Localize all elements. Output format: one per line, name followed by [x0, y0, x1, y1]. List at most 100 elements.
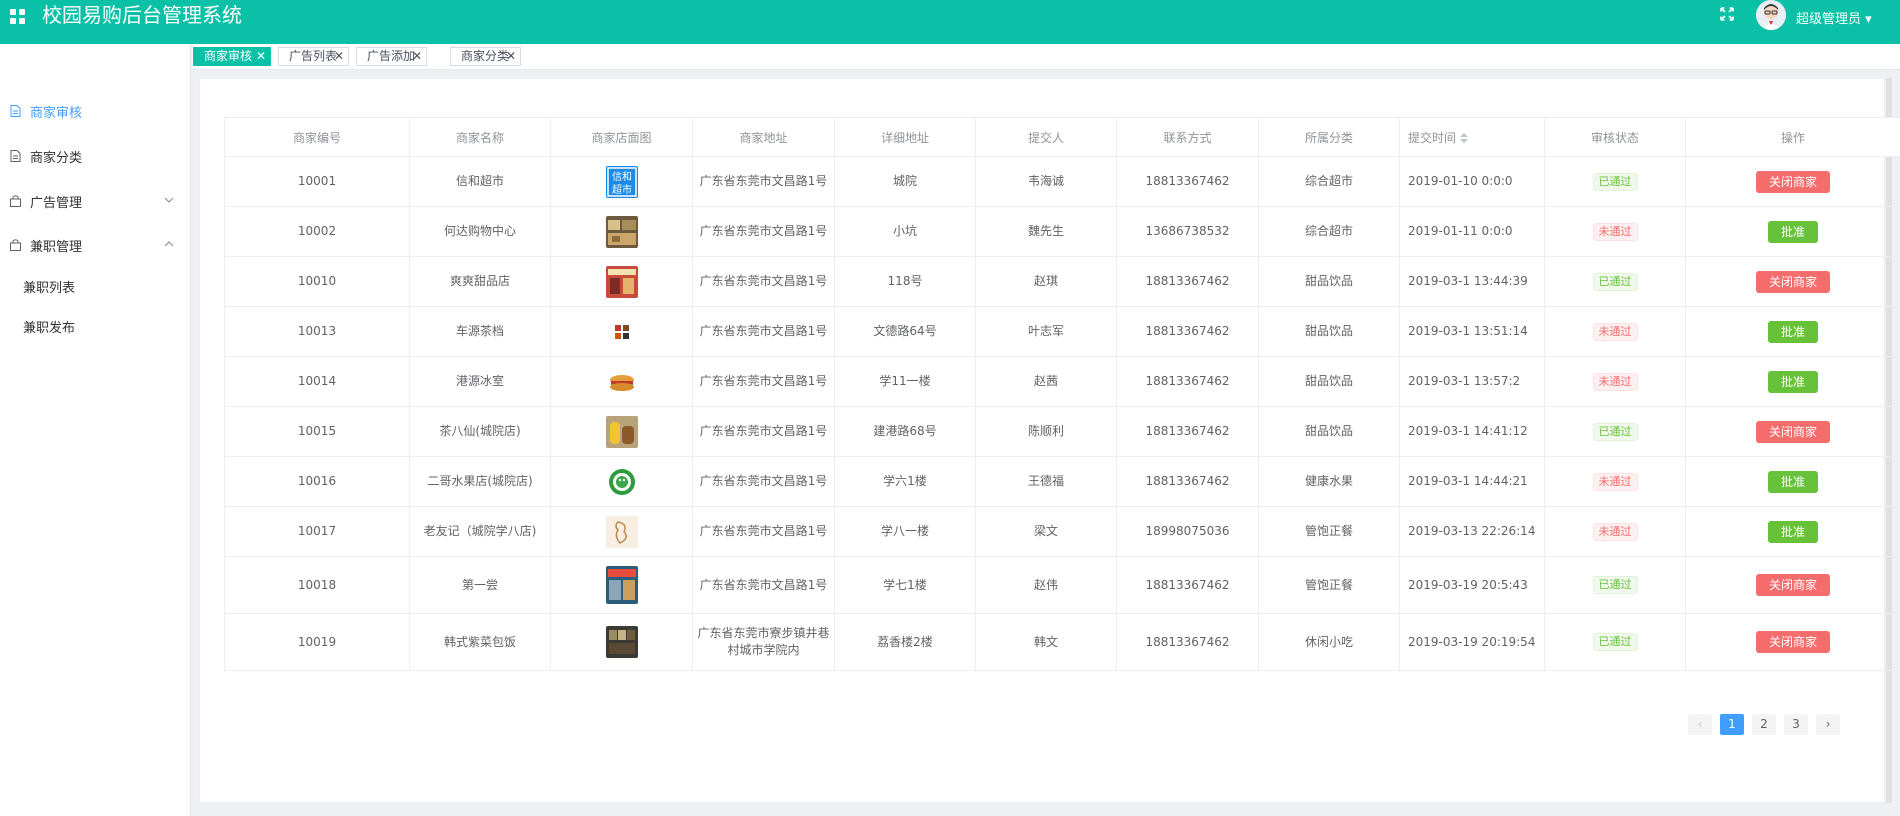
store-image[interactable] — [605, 415, 638, 448]
column-header: 详细地址 — [834, 117, 976, 157]
submit-time: 2019-03-13 22:26:14 — [1399, 506, 1545, 557]
store-image-cell — [550, 406, 693, 457]
pagination-prev-button[interactable]: ‹ — [1688, 714, 1712, 735]
tab-bar: 商家审核 ✕ 广告列表 ✕ 广告添加 ✕ 商家分类 ✕ — [192, 44, 1900, 70]
approve-button[interactable]: 批准 — [1768, 520, 1818, 543]
column-header: 商家编号 — [224, 117, 410, 157]
merchant-address: 广东省东莞市文昌路1号 — [692, 406, 835, 457]
status-cell: 未通过 — [1544, 456, 1686, 507]
tab-ad-list[interactable]: 广告列表 ✕ — [278, 47, 349, 66]
tab-ad-add[interactable]: 广告添加 ✕ — [356, 47, 427, 66]
phone: 18813367462 — [1116, 613, 1259, 671]
merchant-detail-address: 建港路68号 — [834, 406, 976, 457]
merchant-name: 信和超市 — [409, 156, 551, 207]
sidebar-subitem-parttime-list[interactable]: 兼职列表 — [0, 272, 191, 300]
submit-time: 2019-03-1 13:44:39 — [1399, 256, 1545, 307]
close-merchant-button[interactable]: 关闭商家 — [1756, 574, 1830, 596]
close-merchant-button[interactable]: 关闭商家 — [1756, 170, 1830, 193]
fullscreen-icon[interactable] — [1719, 6, 1735, 22]
submit-time: 2019-03-1 14:44:21 — [1399, 456, 1545, 507]
phone: 18813367462 — [1116, 406, 1259, 457]
store-image-cell — [550, 306, 693, 357]
phone: 18813367462 — [1116, 256, 1259, 307]
tab-merchant-category[interactable]: 商家分类 ✕ — [450, 47, 521, 66]
avatar[interactable] — [1756, 0, 1786, 30]
close-icon[interactable]: ✕ — [256, 48, 266, 65]
user-menu[interactable]: 超级管理员 ▾ — [1796, 8, 1872, 27]
action-cell: 关闭商家 — [1685, 406, 1900, 457]
submitter: 魏先生 — [975, 206, 1117, 257]
submitter: 梁文 — [975, 506, 1117, 557]
sidebar-subitem-label: 兼职列表 — [23, 281, 76, 296]
merchant-address: 广东省东莞市文昌路1号 — [692, 206, 835, 257]
category: 甜品饮品 — [1258, 406, 1400, 457]
pagination-page-2[interactable]: 2 — [1752, 714, 1776, 735]
close-merchant-button[interactable]: 关闭商家 — [1756, 420, 1830, 443]
status-cell: 已通过 — [1544, 613, 1686, 671]
approve-button[interactable]: 批准 — [1768, 370, 1818, 393]
tab-label: 广告添加 — [367, 49, 416, 63]
close-icon[interactable]: ✕ — [412, 48, 422, 65]
sidebar-item-parttime-management[interactable]: 兼职管理 — [0, 230, 191, 260]
sort-icon[interactable] — [1460, 133, 1469, 143]
table-row: 10018 第一尝 广东省东莞市文昌路1号 学七1楼 赵伟 1881336746… — [224, 556, 1900, 614]
store-image[interactable] — [605, 365, 638, 398]
store-image[interactable]: 信和 超市 — [605, 165, 638, 198]
close-icon[interactable]: ✕ — [506, 48, 516, 65]
tab-merchant-review[interactable]: 商家审核 ✕ — [193, 47, 271, 66]
merchant-name: 老友记（城院学八店) — [409, 506, 551, 557]
sidebar-item-merchant-category[interactable]: 商家分类 — [0, 141, 191, 171]
pagination-page-3[interactable]: 3 — [1784, 714, 1808, 735]
approve-button[interactable]: 批准 — [1768, 320, 1818, 343]
status-badge: 已通过 — [1592, 633, 1638, 651]
status-badge: 未通过 — [1592, 472, 1638, 491]
pagination-page-1[interactable]: 1 — [1720, 714, 1744, 735]
bag-icon — [10, 195, 21, 207]
status-badge: 已通过 — [1592, 422, 1638, 441]
submit-time: 2019-01-11 0:0:0 — [1399, 206, 1545, 257]
store-image[interactable] — [605, 515, 638, 548]
status-badge: 已通过 — [1592, 172, 1638, 191]
column-header-label: 提交时间 — [1408, 130, 1457, 145]
merchant-name: 茶八仙(城院店) — [409, 406, 551, 457]
store-image-cell — [550, 456, 693, 507]
store-image[interactable] — [605, 626, 638, 658]
store-image[interactable] — [605, 566, 638, 604]
store-image[interactable] — [605, 265, 638, 298]
approve-button[interactable]: 批准 — [1768, 220, 1818, 243]
store-logo-text: 信和 — [612, 171, 632, 183]
category: 健康水果 — [1258, 456, 1400, 507]
bag-icon — [10, 239, 21, 251]
close-icon[interactable]: ✕ — [334, 48, 344, 65]
merchant-address: 广东省东莞市文昌路1号 — [692, 456, 835, 507]
store-image[interactable] — [605, 315, 638, 348]
merchant-id: 10015 — [224, 406, 410, 457]
store-image-cell — [550, 206, 693, 257]
category: 综合超市 — [1258, 206, 1400, 257]
column-header-sortable[interactable]: 提交时间 — [1399, 117, 1545, 157]
sidebar-item-merchant-review[interactable]: 商家审核 — [0, 96, 191, 126]
category: 综合超市 — [1258, 156, 1400, 207]
sidebar-item-ad-management[interactable]: 广告管理 — [0, 186, 191, 216]
merchant-detail-address: 学七1楼 — [834, 556, 976, 614]
grid-menu-icon[interactable] — [10, 9, 25, 24]
submitter: 赵茜 — [975, 356, 1117, 407]
store-image[interactable] — [605, 465, 638, 498]
approve-button[interactable]: 批准 — [1768, 470, 1818, 493]
sidebar-subitem-parttime-publish[interactable]: 兼职发布 — [0, 312, 191, 340]
sidebar-item-label: 商家分类 — [30, 151, 83, 166]
close-merchant-button[interactable]: 关闭商家 — [1756, 270, 1830, 293]
close-merchant-button[interactable]: 关闭商家 — [1756, 631, 1830, 653]
document-icon — [10, 150, 21, 162]
store-image[interactable] — [605, 215, 638, 248]
action-cell: 关闭商家 — [1685, 556, 1900, 614]
merchant-detail-address: 学六1楼 — [834, 456, 976, 507]
pagination-next-button[interactable]: › — [1816, 714, 1840, 735]
merchant-name: 何达购物中心 — [409, 206, 551, 257]
merchant-address: 广东省东莞市文昌路1号 — [692, 156, 835, 207]
phone: 18813367462 — [1116, 456, 1259, 507]
store-image-cell — [550, 256, 693, 307]
merchant-detail-address: 文德路64号 — [834, 306, 976, 357]
submit-time: 2019-03-1 13:57:2 — [1399, 356, 1545, 407]
merchant-detail-address: 小坑 — [834, 206, 976, 257]
